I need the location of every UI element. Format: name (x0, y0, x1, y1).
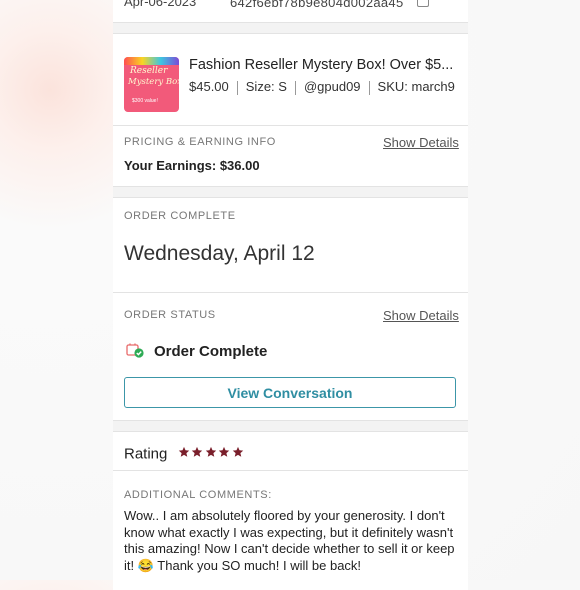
order-complete-date: Wednesday, April 12 (124, 242, 315, 265)
view-conversation-button[interactable]: View Conversation (124, 377, 456, 408)
your-earnings: Your Earnings: $36.00 (124, 158, 260, 173)
item-thumbnail[interactable]: Reseller Mystery Box $300 value! (124, 57, 179, 112)
thumbnail-text: Reseller (130, 66, 168, 76)
item-title[interactable]: Fashion Reseller Mystery Box! Over $5... (189, 57, 453, 73)
divider (368, 80, 370, 95)
section-divider (113, 22, 468, 34)
order-complete-label: ORDER COMPLETE (124, 210, 236, 222)
star-icon (178, 446, 190, 457)
divider (294, 80, 296, 95)
section-divider (113, 420, 468, 432)
star-icon (232, 446, 244, 457)
order-complete-icon (126, 342, 144, 358)
order-id: 642f6ebf78b9e804d002aa45 (230, 0, 404, 10)
rating-row: Rating (124, 445, 245, 463)
order-date: Apr-06-2023 (124, 0, 197, 9)
section-divider (113, 186, 468, 198)
star-icon (192, 446, 203, 457)
order-status-show-details-link[interactable]: Show Details (383, 308, 459, 323)
star-icon (205, 446, 217, 457)
pricing-show-details-link[interactable]: Show Details (383, 135, 459, 150)
item-price: $45.00 (189, 79, 229, 94)
star-icon (219, 446, 230, 457)
thumbnail-rainbow (124, 57, 179, 65)
order-status-label: ORDER STATUS (124, 309, 216, 321)
divider (113, 470, 468, 471)
item-sku: SKU: march9 (377, 79, 455, 94)
order-details-panel: Apr-06-2023 642f6ebf78b9e804d002aa45 Res… (113, 0, 468, 590)
item-meta: $45.00 Size: S @gpud09 SKU: march9 (189, 79, 455, 95)
divider (113, 125, 468, 126)
copy-icon[interactable] (417, 0, 429, 7)
pricing-label: PRICING & EARNING INFO (124, 136, 276, 148)
item-size: Size: S (245, 79, 287, 94)
divider (236, 80, 238, 95)
thumbnail-text: Mystery Box (128, 77, 179, 87)
rating-stars (178, 445, 246, 463)
divider (113, 292, 468, 293)
comment-text: Wow.. I am absolutely floored by your ge… (124, 508, 455, 573)
rating-label: Rating (124, 445, 168, 463)
thumbnail-small-text: $300 value! (132, 98, 158, 104)
comments-label: ADDITIONAL COMMENTS: (124, 489, 272, 501)
item-seller[interactable]: @gpud09 (304, 79, 361, 94)
order-status-text: Order Complete (154, 343, 268, 360)
